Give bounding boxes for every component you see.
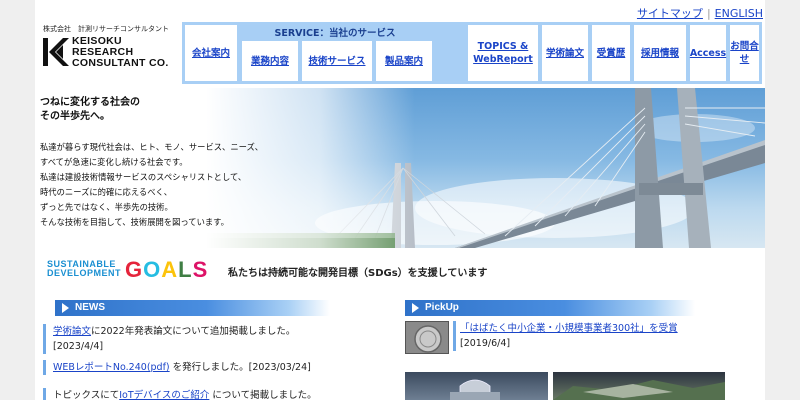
award-plaque-image[interactable] [405,321,449,354]
sdgs-support-text: 私たちは持続可能な開発目標（SDGs）を支援しています [228,268,488,279]
hero-body-line: ずっと先ではなく、半歩先の技術。 [40,202,173,212]
news-text: に2022年発表論文について追加掲載しました。 [91,326,296,337]
utility-links: サイトマップ | ENGLISH [637,5,763,21]
hero-body-line: すべてが急速に変化し続ける社会です。 [40,157,188,167]
logo-kana: 株式会社 計測リサーチコンサルタント [43,25,169,33]
hero-body-line: 私達は建設技術情報サービスのスペシャリストとして、 [40,172,247,182]
news-link[interactable]: IoTデバイスのご紹介 [119,390,209,400]
nav-papers[interactable]: 学術論文 [542,25,588,81]
coin-icon [406,322,448,353]
nav-topics-line2: WebReport [473,54,533,65]
english-link[interactable]: ENGLISH [715,7,763,20]
news-item: WEBレポートNo.240(pdf) を発行しました。[2023/03/24] [43,360,373,375]
aerial-illustration [553,380,725,400]
news-text: を発行しました。[2023/03/24] [169,362,311,373]
hero-body-line: 時代のニーズに的確に応えるべく、 [40,187,173,197]
sdgs-line: DEVELOPMENT [47,268,122,278]
pickup-heading: PickUp [405,300,695,316]
goals-letter: L [178,257,193,282]
news-link[interactable]: WEBレポートNo.240(pdf) [53,362,170,373]
sdgs-logo-text: SUSTAINABLE DEVELOPMENT [47,260,121,278]
news-date: [2023/4/4] [53,341,104,352]
page: サイトマップ | ENGLISH 株式会社 計測リサーチコンサルタント KEISOK… [35,0,765,400]
nav-service-products[interactable]: 製品案内 [376,41,432,81]
pickup-heading-label: PickUp [425,302,459,313]
nav-service-business[interactable]: 業務内容 [242,41,298,81]
nav-company[interactable]: 会社案内 [185,25,237,81]
logo-name-line: CONSULTANT CO. [72,57,169,69]
nav-recruit[interactable]: 採用情報 [634,25,686,81]
sdgs-goals-logo: GOALS [125,257,208,283]
pickup-link[interactable]: 「はばたく中小企業・小規模事業者300社」を受賞 [460,323,678,334]
goals-letter: A [161,257,179,282]
news-item: 学術論文に2022年発表論文について追加掲載しました。 [2023/4/4] [43,324,373,354]
global-nav: 会社案内 SERVICE：当社のサービス 業務内容 技術サービス 製品案内 TO… [182,22,762,84]
nav-contact[interactable]: お問合せ [730,25,759,81]
goals-letter: G [125,257,144,282]
news-link[interactable]: 学術論文 [53,326,91,337]
sitemap-link[interactable]: サイトマップ [637,7,703,20]
news-text: トピックスにて [53,390,120,400]
news-text: について掲載しました。 [209,390,317,400]
service-heading: SERVICE：当社のサービス [274,28,396,39]
divider: | [706,7,711,20]
pickup-date: [2019/6/4] [460,338,511,349]
news-heading-label: NEWS [75,302,105,313]
hero-body-line: そんな技術を目指して、技術展開を図っています。 [40,217,229,227]
nav-service-technical[interactable]: 技術サービス [302,41,372,81]
nav-topics-line1: TOPICS & [477,41,529,52]
news-heading: NEWS [55,300,330,316]
aerial-photo[interactable] [553,372,725,400]
logo-name: KEISOKU RESEARCH CONSULTANT CO. [72,36,169,69]
news-item: トピックスにてIoTデバイスのご紹介 について掲載しました。 [43,388,373,400]
hero-heading-line: その半歩先へ。 [40,111,110,122]
hero-body-line: 私達が暮らす現代社会は、ヒト、モノ、サービス、ニーズ、 [40,142,264,152]
goals-letter: S [192,257,209,282]
dome-illustration [450,379,500,400]
hero-heading: つねに変化する社会の その半歩先へ。 [40,96,140,124]
sdgs-banner[interactable]: SUSTAINABLE DEVELOPMENT GOALS 私たちは持続可能な開… [35,250,765,288]
company-logo[interactable]: 株式会社 計測リサーチコンサルタント KEISOKU RESEARCH CONS… [40,20,180,72]
sdgs-wheel-icon: O [143,257,162,282]
hero-banner: つねに変化する社会の その半歩先へ。 私達が暮らす現代社会は、ヒト、モノ、サービ… [35,88,765,248]
nav-access[interactable]: Access [690,25,726,81]
nav-awards[interactable]: 受賞歴 [592,25,630,81]
logo-mark-icon [43,38,69,66]
nav-topics[interactable]: TOPICS & WebReport [468,25,538,81]
dome-photo[interactable] [405,372,548,400]
hero-body: 私達が暮らす現代社会は、ヒト、モノ、サービス、ニーズ、 すべてが急速に変化し続け… [40,140,263,230]
hero-heading-line: つねに変化する社会の [40,97,140,108]
pickup-item: 「はばたく中小企業・小規模事業者300社」を受賞 [2019/6/4] [453,321,678,351]
